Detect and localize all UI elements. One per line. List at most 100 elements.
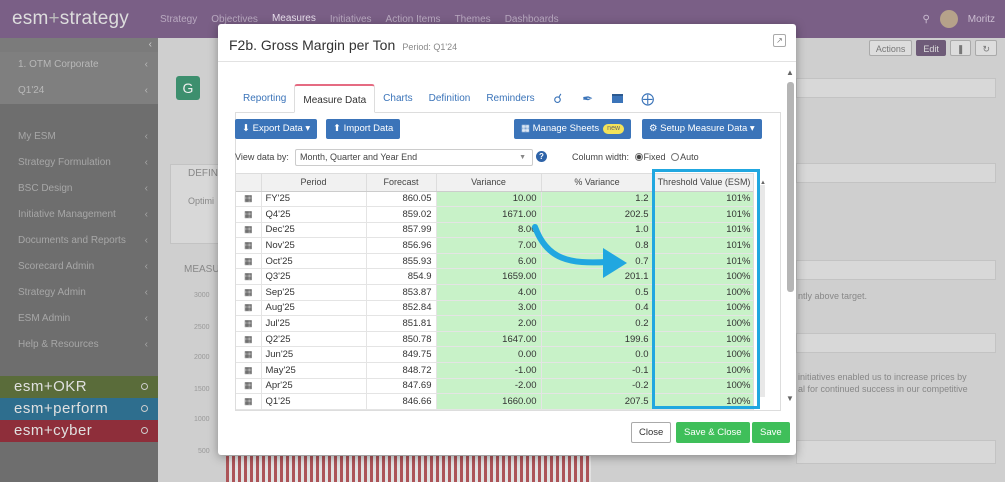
archive-icon[interactable] bbox=[603, 84, 633, 112]
sidebar-item-esm-admin[interactable]: ESM Admin ‹ bbox=[0, 306, 158, 332]
variance-cell[interactable]: -1.00 bbox=[436, 362, 542, 379]
forecast-cell[interactable]: 846.66 bbox=[366, 393, 437, 410]
help-icon[interactable]: ? bbox=[536, 151, 547, 162]
calendar-icon[interactable]: ▦ bbox=[236, 362, 262, 379]
calendar-icon[interactable]: ▦ bbox=[236, 253, 262, 270]
column-header-period[interactable]: Period bbox=[261, 174, 367, 192]
sidebar-item-initiative-management[interactable]: Initiative Management ‹ bbox=[0, 202, 158, 228]
brand-esm-perform[interactable]: esm+perform bbox=[0, 398, 158, 420]
auto-radio[interactable] bbox=[671, 153, 680, 161]
sidebar-item-strategy-formulation[interactable]: Strategy Formulation ‹ bbox=[0, 150, 158, 176]
forecast-cell[interactable]: 853.87 bbox=[366, 284, 437, 301]
period-cell[interactable]: Oct'25 bbox=[261, 253, 367, 270]
calendar-icon[interactable]: ▦ bbox=[236, 300, 262, 317]
refresh-icon[interactable]: ↻ bbox=[975, 40, 997, 56]
period-cell[interactable]: Q3'25 bbox=[261, 268, 367, 286]
pct-variance-cell[interactable]: 207.5 bbox=[541, 393, 654, 410]
nav-strategy[interactable]: Strategy bbox=[160, 14, 197, 25]
pct-variance-cell[interactable]: 0.4 bbox=[541, 300, 654, 317]
scroll-down-icon[interactable]: ▼ bbox=[786, 394, 794, 403]
nav-initiatives[interactable]: Initiatives bbox=[330, 14, 372, 25]
variance-cell[interactable]: 2.00 bbox=[436, 315, 542, 332]
sidebar-context-org[interactable]: 1. OTM Corporate ‹ bbox=[0, 52, 158, 78]
forecast-cell[interactable]: 850.78 bbox=[366, 331, 437, 348]
save-button[interactable]: Save bbox=[752, 422, 790, 443]
pct-variance-cell[interactable]: -0.1 bbox=[541, 362, 654, 379]
period-cell[interactable]: Nov'25 bbox=[261, 237, 367, 254]
sidebar-item-strategy-admin[interactable]: Strategy Admin ‹ bbox=[0, 280, 158, 306]
export-data-button[interactable]: ⬇ Export Data ▾ bbox=[235, 119, 318, 139]
period-cell[interactable]: Aug'25 bbox=[261, 300, 367, 317]
lifebuoy-icon[interactable]: ⨁ bbox=[633, 84, 663, 112]
actions-button[interactable]: Actions bbox=[868, 40, 913, 56]
save-and-close-button[interactable]: Save & Close bbox=[676, 422, 750, 443]
variance-cell[interactable]: 0.00 bbox=[436, 346, 542, 364]
calendar-icon[interactable]: ▦ bbox=[236, 346, 262, 364]
period-cell[interactable]: Apr'25 bbox=[261, 378, 367, 395]
tab-reporting[interactable]: Reporting bbox=[235, 84, 294, 113]
pct-variance-cell[interactable]: 0.2 bbox=[541, 315, 654, 332]
pct-variance-cell[interactable]: -0.2 bbox=[541, 378, 654, 395]
close-button[interactable]: Close bbox=[631, 422, 672, 443]
pct-variance-cell[interactable]: 202.5 bbox=[541, 206, 654, 223]
user-name[interactable]: Moritz bbox=[968, 14, 995, 25]
info-icon[interactable]: ❚ bbox=[949, 40, 972, 56]
scroll-up-icon[interactable]: ▲ bbox=[786, 68, 794, 77]
calendar-icon[interactable]: ▦ bbox=[236, 284, 262, 301]
pct-variance-cell[interactable]: 0.5 bbox=[541, 284, 654, 301]
nav-action-items[interactable]: Action Items bbox=[386, 14, 441, 25]
app-logo[interactable]: esm+strategy bbox=[0, 8, 160, 30]
forecast-cell[interactable]: 855.93 bbox=[366, 253, 437, 270]
variance-cell[interactable]: 1660.00 bbox=[436, 393, 542, 410]
tab-definition[interactable]: Definition bbox=[421, 84, 479, 113]
search-icon[interactable]: ⚲ bbox=[922, 14, 929, 25]
period-cell[interactable]: Q2'25 bbox=[261, 331, 367, 348]
sidebar-collapse-button[interactable]: ‹ bbox=[0, 38, 158, 52]
period-cell[interactable]: Dec'25 bbox=[261, 222, 367, 239]
period-cell[interactable]: FY'25 bbox=[261, 191, 367, 208]
expand-icon[interactable]: ↗ bbox=[773, 34, 786, 47]
variance-cell[interactable]: -2.00 bbox=[436, 378, 542, 395]
pct-variance-cell[interactable]: 1.2 bbox=[541, 191, 654, 208]
brand-esm-okr[interactable]: esm+OKR bbox=[0, 376, 158, 398]
tab-reminders[interactable]: Reminders bbox=[478, 84, 542, 113]
forecast-cell[interactable]: 854.9 bbox=[366, 268, 437, 286]
tab-charts[interactable]: Charts bbox=[375, 84, 420, 113]
paperclip-icon[interactable]: ✒ bbox=[573, 84, 603, 112]
forecast-cell[interactable]: 851.81 bbox=[366, 315, 437, 332]
period-cell[interactable]: Q4'25 bbox=[261, 206, 367, 223]
sidebar-item-documents-reports[interactable]: Documents and Reports ‹ bbox=[0, 228, 158, 254]
manage-sheets-button[interactable]: ▦ Manage Sheets new bbox=[514, 119, 632, 139]
nav-themes[interactable]: Themes bbox=[455, 14, 491, 25]
sidebar-context-period[interactable]: Q1'24 ‹ bbox=[0, 78, 158, 104]
pct-variance-cell[interactable]: 199.6 bbox=[541, 331, 654, 348]
forecast-cell[interactable]: 849.75 bbox=[366, 346, 437, 364]
period-cell[interactable]: Sep'25 bbox=[261, 284, 367, 301]
period-cell[interactable]: Jun'25 bbox=[261, 346, 367, 364]
nav-objectives[interactable]: Objectives bbox=[211, 14, 258, 25]
brand-esm-cyber[interactable]: esm+cyber bbox=[0, 420, 158, 442]
sidebar-item-bsc-design[interactable]: BSC Design ‹ bbox=[0, 176, 158, 202]
forecast-cell[interactable]: 852.84 bbox=[366, 300, 437, 317]
sidebar-item-scorecard-admin[interactable]: Scorecard Admin ‹ bbox=[0, 254, 158, 280]
dialog-scroll-thumb[interactable] bbox=[787, 82, 794, 292]
column-header-forecast[interactable]: Forecast bbox=[366, 174, 437, 192]
pct-variance-cell[interactable]: 0.0 bbox=[541, 346, 654, 364]
calendar-icon[interactable]: ▦ bbox=[236, 191, 262, 208]
forecast-cell[interactable]: 856.96 bbox=[366, 237, 437, 254]
variance-cell[interactable]: 1671.00 bbox=[436, 206, 542, 223]
calendar-icon[interactable]: ▦ bbox=[236, 222, 262, 239]
variance-cell[interactable]: 4.00 bbox=[436, 284, 542, 301]
column-header-variance[interactable]: Variance bbox=[436, 174, 542, 192]
nav-dashboards[interactable]: Dashboards bbox=[505, 14, 559, 25]
search-users-icon[interactable]: ☌ bbox=[543, 84, 573, 112]
calendar-icon[interactable]: ▦ bbox=[236, 378, 262, 395]
sidebar-item-help[interactable]: Help & Resources ‹ bbox=[0, 332, 158, 358]
forecast-cell[interactable]: 857.99 bbox=[366, 222, 437, 239]
dialog-scrollbar[interactable]: ▲ ▼ bbox=[786, 68, 794, 406]
calendar-icon[interactable]: ▦ bbox=[236, 237, 262, 254]
view-by-select[interactable]: Month, Quarter and Year End ▼ bbox=[295, 149, 533, 166]
variance-cell[interactable]: 1647.00 bbox=[436, 331, 542, 348]
calendar-icon[interactable]: ▦ bbox=[236, 331, 262, 348]
variance-cell[interactable]: 10.00 bbox=[436, 191, 542, 208]
